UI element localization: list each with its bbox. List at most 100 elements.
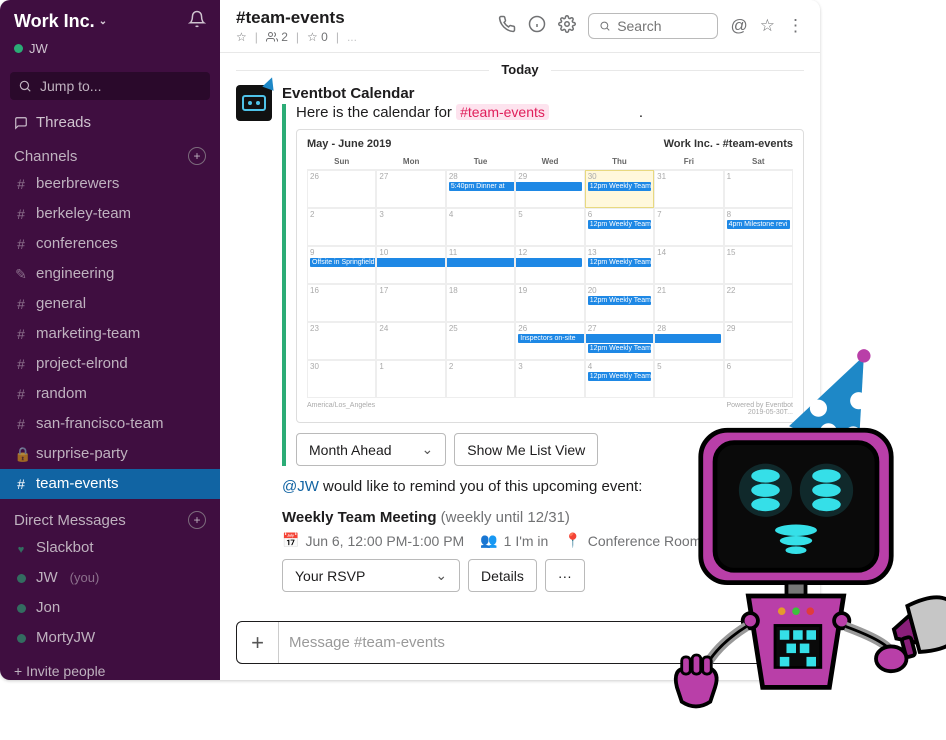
calendar-dow: Tue	[446, 154, 515, 170]
calendar-cell: 26Inspectors on-site	[515, 322, 584, 360]
calendar-event: 12pm Weekly Team	[588, 372, 651, 381]
sidebar-channel-general[interactable]: #general	[0, 289, 220, 319]
sidebar-channel-san-francisco-team[interactable]: # san-francisco-team	[0, 409, 220, 439]
search-input[interactable]	[617, 18, 707, 34]
hash-icon: ✎	[14, 263, 28, 285]
presence-indicator	[14, 44, 23, 53]
dm-name: Jon	[36, 596, 60, 620]
event-location: 📍 Conference Room	[564, 532, 701, 549]
sidebar-channel-beerbrewers[interactable]: #beerbrewers	[0, 169, 220, 199]
calendar-cell: 18	[446, 284, 515, 322]
channel-name: berkeley-team	[36, 202, 131, 226]
calendar-cell: 25	[446, 322, 515, 360]
more-icon[interactable]: ⋮	[787, 16, 804, 36]
jump-to[interactable]: Jump to...	[10, 72, 210, 100]
mentions-icon[interactable]: @	[730, 16, 747, 36]
channel-name: marketing-team	[36, 322, 140, 346]
presence-icon	[14, 567, 28, 589]
add-dm-button[interactable]: +	[188, 511, 206, 529]
event-recurrence: (weekly until 12/31)	[441, 509, 570, 526]
calendar-cell: 3	[515, 360, 584, 398]
channel-name: beerbrewers	[36, 172, 119, 196]
calendar-dow: Thu	[585, 154, 654, 170]
jump-to-label: Jump to...	[40, 78, 101, 94]
workspace-switcher[interactable]: Work Inc. ⌄	[14, 11, 107, 32]
calendar-event: 4pm Milestone revi	[727, 220, 790, 229]
calendar-cell: 24	[376, 322, 445, 360]
sidebar-channel-engineering[interactable]: ✎ engineering	[0, 259, 220, 289]
calendar-cell: 7	[654, 208, 723, 246]
sidebar-channel-project-elrond[interactable]: #project-elrond	[0, 349, 220, 379]
star-header-icon[interactable]: ☆	[760, 16, 775, 36]
bell-icon[interactable]	[188, 10, 206, 33]
calendar-dow: Fri	[654, 154, 723, 170]
calendar-powered: Powered by Eventbot	[726, 402, 793, 409]
sidebar-dm-Jon[interactable]: Jon	[0, 593, 220, 623]
calendar-cell: 84pm Milestone revi	[724, 208, 793, 246]
calendar-event: 12pm Weekly Team	[588, 344, 651, 353]
calendar-cell: 22	[724, 284, 793, 322]
event-more-button[interactable]: ···	[545, 559, 585, 592]
sidebar-dm-JW[interactable]: JW(you)	[0, 563, 220, 593]
search-icon	[599, 19, 611, 33]
sidebar-channel-team-events[interactable]: #team-events	[0, 469, 220, 499]
phone-icon[interactable]	[498, 15, 516, 38]
user-mention[interactable]: @JW	[282, 478, 319, 495]
pin-count[interactable]: ☆ 0	[307, 30, 328, 44]
list-view-button[interactable]: Show Me List View	[454, 433, 598, 466]
sidebar-channel-marketing-team[interactable]: #marketing-team	[0, 319, 220, 349]
message-composer[interactable]: +	[236, 621, 804, 664]
message-intro: Here is the calendar for #team-events.	[296, 104, 804, 121]
attach-button[interactable]: +	[237, 622, 279, 663]
channel-name: conferences	[36, 232, 118, 256]
channel-name: engineering	[36, 262, 114, 286]
calendar-embed: May - June 2019 Work Inc. - #team-events…	[296, 129, 804, 423]
composer-input[interactable]	[279, 622, 803, 663]
calendar-cell: 30	[307, 360, 376, 398]
dm-heading: Direct Messages	[14, 512, 126, 529]
event-when: 📅 Jun 6, 12:00 PM-1:00 PM	[282, 532, 464, 549]
rsvp-dropdown[interactable]: Your RSVP	[282, 559, 460, 592]
sidebar-dm-MortyJW[interactable]: MortyJW	[0, 623, 220, 653]
channels-heading: Channels	[14, 148, 77, 165]
channel-tag[interactable]: #team-events	[456, 104, 549, 120]
hash-icon: #	[14, 413, 28, 435]
calendar-event	[515, 182, 581, 191]
calendar-tz: America/Los_Angeles	[307, 402, 375, 416]
calendar-event: Inspectors on-site	[518, 334, 584, 343]
search-box[interactable]	[588, 13, 718, 39]
invite-people[interactable]: + Invite people	[0, 653, 220, 680]
gear-icon[interactable]	[558, 15, 576, 38]
sidebar-channel-berkeley-team[interactable]: #berkeley-team	[0, 199, 220, 229]
calendar-cell: 29	[724, 322, 793, 360]
sidebar-channel-surprise-party[interactable]: 🔒surprise-party	[0, 439, 220, 469]
sidebar-channel-conferences[interactable]: #conferences	[0, 229, 220, 259]
sidebar-dm-Slackbot[interactable]: ♥Slackbot	[0, 533, 220, 563]
sidebar-channel-random[interactable]: #random	[0, 379, 220, 409]
calendar-event	[376, 258, 445, 267]
channel-name: general	[36, 292, 86, 316]
info-icon[interactable]	[528, 15, 546, 38]
calendar-event: 12pm Weekly Team	[588, 182, 651, 191]
event-attendees: 👥 1 I'm in	[480, 532, 548, 549]
star-icon[interactable]: ☆	[236, 30, 247, 44]
presence-icon: ♥	[14, 537, 28, 560]
calendar-cell: 17	[376, 284, 445, 322]
month-ahead-dropdown[interactable]: Month Ahead	[296, 433, 446, 466]
calendar-event: 12pm Weekly Team	[588, 258, 651, 267]
calendar-cell: 28	[654, 322, 723, 360]
calendar-context: Work Inc. - #team-events	[664, 138, 793, 150]
calendar-cell: 21	[654, 284, 723, 322]
topic-placeholder[interactable]: ...	[347, 30, 357, 44]
calendar-cell: 12	[515, 246, 584, 284]
calendar-event: 12pm Weekly Team	[588, 220, 651, 229]
dm-name: JW	[36, 566, 58, 590]
details-button[interactable]: Details	[468, 559, 537, 592]
calendar-cell: 285:40pm Dinner at	[446, 170, 515, 208]
channel-name: san-francisco-team	[36, 412, 164, 436]
add-channel-button[interactable]: +	[188, 147, 206, 165]
channel-title: #team-events	[236, 8, 486, 28]
calendar-event	[446, 258, 515, 267]
threads-link[interactable]: Threads	[0, 110, 220, 135]
member-count[interactable]: 2	[266, 30, 288, 44]
